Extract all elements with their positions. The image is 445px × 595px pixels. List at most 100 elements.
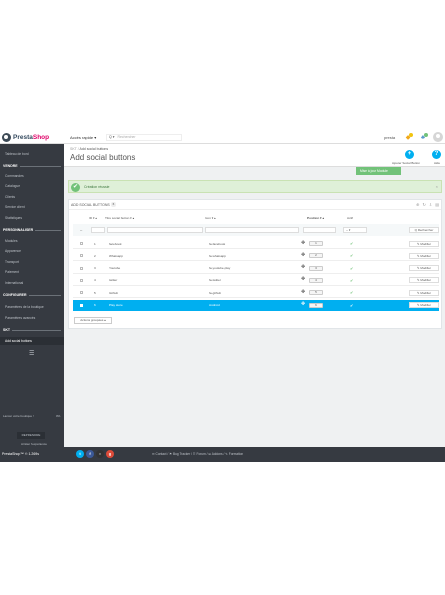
edit-button[interactable]: ✎ Modifier <box>409 289 439 296</box>
sidebar-item-shipping[interactable]: Transport <box>5 260 19 264</box>
notification-badge-2 <box>424 133 428 137</box>
row-checkbox[interactable] <box>80 303 83 307</box>
sidebar-item-modules[interactable]: Modules <box>5 239 17 243</box>
row-checkbox[interactable] <box>80 242 83 245</box>
sidebar-item-appearance[interactable]: Apparence <box>5 249 21 253</box>
export-icon[interactable]: ⇩ <box>429 202 432 207</box>
row-checkbox[interactable] <box>80 278 83 282</box>
add-social-button-label[interactable]: Ajouter Social Button <box>392 161 420 165</box>
filter-id-input[interactable] <box>91 227 105 233</box>
sidebar-item-shop-parameters[interactable]: Paramètres de la boutique <box>5 305 44 309</box>
row-position: 4 <box>309 277 323 283</box>
github-icon[interactable]: ○ <box>96 450 104 458</box>
row-icon-class: fa-facebook <box>209 241 226 246</box>
footer-brand: PrestaShop™ ⏲ 1.269s <box>2 452 39 456</box>
column-header-title[interactable]: Titre social button ▾ ▴ <box>105 216 134 220</box>
sidebar-item-customers[interactable]: Clients <box>5 195 15 199</box>
filter-icon-input[interactable] <box>205 227 299 233</box>
sidebar-item-payment[interactable]: Paiement <box>5 270 19 274</box>
edit-button[interactable]: ✎ Modifier <box>409 240 439 247</box>
footer: PrestaShop™ ⏲ 1.269s t f ○ g ✉ Contact /… <box>0 447 445 462</box>
sidebar-item-add-social-buttons[interactable]: Add social buttons <box>5 339 32 343</box>
row-icon-class: fa-github <box>209 290 222 295</box>
add-icon[interactable]: ⊕ <box>416 202 419 207</box>
sidebar: Tableau de bord VENDRE Commandes Catalog… <box>0 144 64 462</box>
stop-onboarding-link[interactable]: Arrêter l'expérience <box>21 442 47 446</box>
row-icon-class: Android <box>209 303 220 307</box>
column-header-id[interactable]: ID ▾ ▴ <box>89 216 97 220</box>
facebook-icon[interactable]: f <box>86 450 94 458</box>
sidebar-item-stats[interactable]: Statistiques <box>5 216 22 220</box>
active-check-icon[interactable]: ✔ <box>350 266 353 271</box>
active-check-icon[interactable]: ✔ <box>350 303 353 308</box>
employee-avatar[interactable] <box>433 132 443 142</box>
filter-title-input[interactable] <box>107 227 203 233</box>
success-alert: ✔ Création réussie × <box>68 180 442 193</box>
active-check-icon[interactable]: ✔ <box>350 290 353 295</box>
bulk-actions-button[interactable]: Actions groupées ▴ <box>74 317 112 324</box>
resume-onboarding-button[interactable]: REPRENDRE <box>17 432 45 439</box>
active-check-icon[interactable]: ✔ <box>350 278 353 283</box>
sidebar-item-customer-service[interactable]: Service client <box>5 205 25 209</box>
sidebar-item-orders[interactable]: Commandes <box>5 174 24 178</box>
refresh-icon[interactable]: ↻ <box>423 202 426 207</box>
edit-button[interactable]: ✎ Modifier <box>409 252 439 259</box>
column-header-position[interactable]: Position ▾ ▴ <box>307 216 324 220</box>
filter-active-select[interactable]: -- ▾ <box>343 227 367 233</box>
sql-icon[interactable]: ▤ <box>435 202 439 207</box>
table-row[interactable]: 2 Whatsapp fa-whatsapp ✥ 2 ✔ ✎ Modifier <box>73 250 439 262</box>
table-row[interactable]: 5 Github fa-github ✥ 5 ✔ ✎ Modifier <box>73 287 439 299</box>
filter-row-marker: – <box>80 227 83 232</box>
edit-button[interactable]: ✎ Modifier <box>409 265 439 272</box>
drag-handle-icon[interactable]: ✥ <box>301 289 305 295</box>
prestashop-logo[interactable]: PrestaShop <box>2 133 62 142</box>
quick-access-menu[interactable]: Accès rapide ▾ <box>70 135 96 140</box>
edit-button[interactable]: ✎ Modifier <box>409 277 439 284</box>
update-module-button[interactable]: Mise à jour Module <box>356 167 401 175</box>
twitter-icon[interactable]: t <box>76 450 84 458</box>
filter-position-input[interactable] <box>303 227 336 233</box>
shop-name-link[interactable]: presta <box>384 135 395 140</box>
add-new-icon[interactable]: + <box>405 150 414 159</box>
row-position: 3 <box>309 265 323 271</box>
prestashop-logo-icon <box>2 133 11 142</box>
row-title: Youtube <box>109 266 121 271</box>
sidebar-item-dashboard[interactable]: Tableau de bord <box>5 152 29 156</box>
row-checkbox[interactable] <box>80 266 83 270</box>
row-id: 1 <box>94 241 96 246</box>
sidebar-item-advanced-parameters[interactable]: Paramètres avancés <box>5 316 35 320</box>
collapse-menu-icon[interactable]: ☰ <box>29 350 34 357</box>
panel-heading: ADD SOCIAL BUTTONS 6 ⊕ ↻ ⇩ ▤ <box>69 200 441 210</box>
drag-handle-icon[interactable]: ✥ <box>301 277 305 282</box>
column-header-icon[interactable]: Icon ▾ ▴ <box>205 216 216 220</box>
drag-handle-icon[interactable]: ✥ <box>301 302 305 307</box>
table-row[interactable]: 4 twitter fa-twitter ✥ 4 ✔ ✎ Modifier <box>73 275 439 286</box>
help-label[interactable]: Aide <box>434 161 440 165</box>
table-row[interactable]: 1 facebook fa-facebook ✥ 1 ✔ ✎ Modifier <box>73 238 439 249</box>
google-plus-icon[interactable]: g <box>106 450 114 458</box>
drag-handle-icon[interactable]: ✥ <box>301 252 305 258</box>
edit-button[interactable]: ✎ Modifier <box>409 302 439 308</box>
notification-badge <box>409 133 413 137</box>
row-checkbox[interactable] <box>80 254 83 258</box>
search-icon[interactable]: Q ▾ <box>109 135 114 140</box>
active-check-icon[interactable]: ✔ <box>350 241 353 246</box>
active-check-icon[interactable]: ✔ <box>350 253 353 258</box>
sidebar-section-skt: SKT <box>3 328 61 332</box>
footer-links[interactable]: ✉ Contact / ⚑ Bug Tracker / ☰ Forum / ⊞ … <box>152 452 243 456</box>
drag-handle-icon[interactable]: ✥ <box>301 240 305 246</box>
close-icon[interactable]: × <box>436 184 438 189</box>
drag-handle-icon[interactable]: ✥ <box>301 265 305 270</box>
search-button[interactable]: Q Rechercher <box>409 227 439 233</box>
sidebar-item-international[interactable]: International <box>5 281 23 285</box>
table-row[interactable]: 3 Youtube fa-youtube-play ✥ 3 ✔ ✎ Modifier <box>73 263 439 274</box>
breadcrumb-root[interactable]: SKT <box>70 147 77 151</box>
help-icon[interactable]: ? <box>432 150 441 159</box>
search-input[interactable]: Q ▾ Rechercher <box>106 134 182 141</box>
sidebar-item-catalog[interactable]: Catalogue <box>5 184 20 188</box>
row-id: 4 <box>94 278 96 283</box>
table-row[interactable]: 6 Play store Android ✥ 6 ✔ ✎ Modifier <box>73 299 439 311</box>
row-title: Play store <box>109 303 123 307</box>
row-checkbox[interactable] <box>80 291 83 295</box>
sidebar-section-configure: CONFIGURER <box>3 293 61 297</box>
